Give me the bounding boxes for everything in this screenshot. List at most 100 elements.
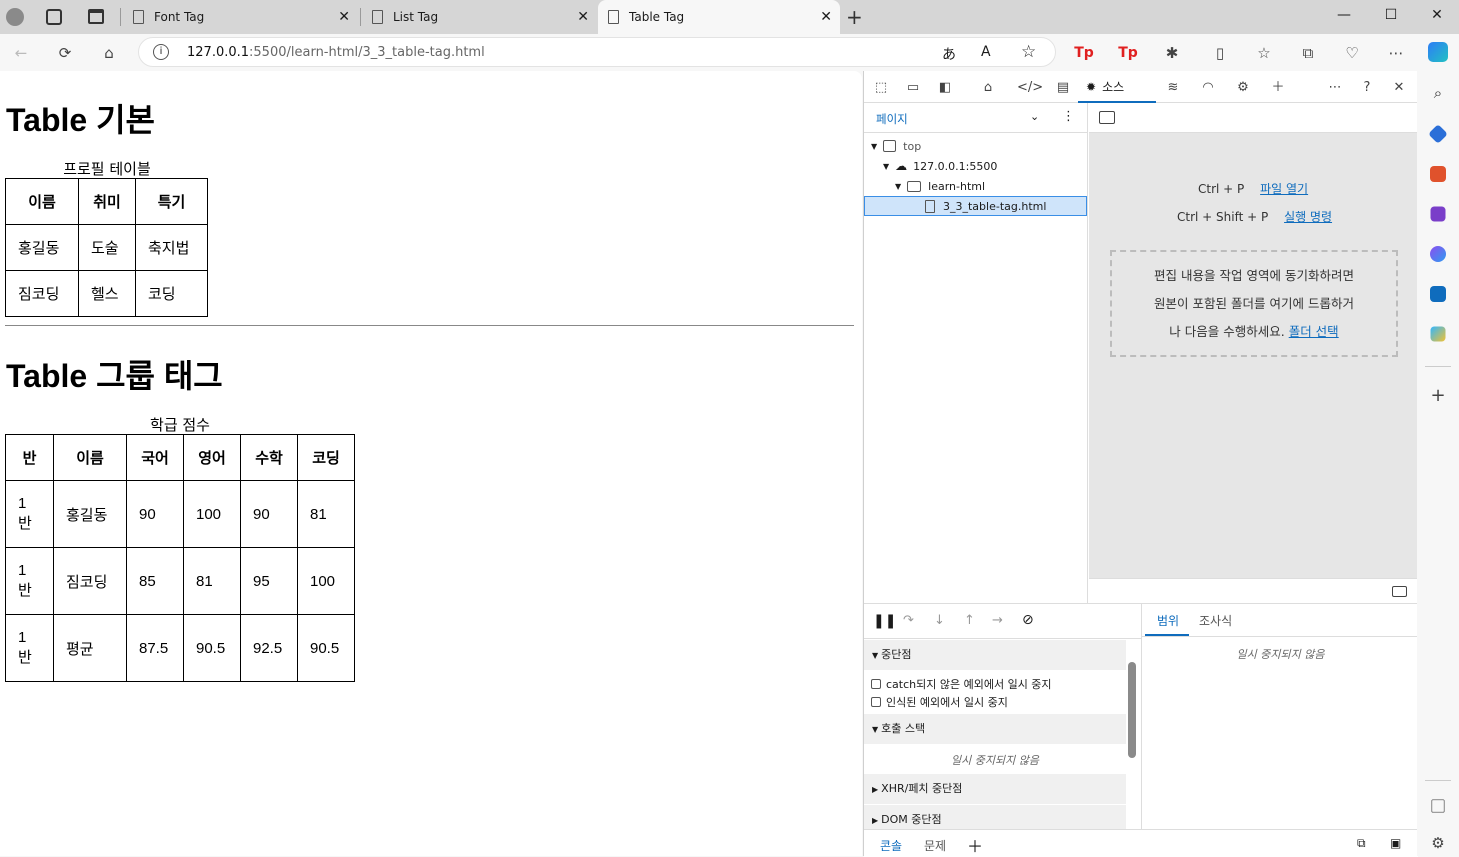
table-cell: 홍길동 bbox=[53, 480, 127, 548]
tab-sources[interactable]: ✹ 소스 bbox=[1078, 71, 1156, 103]
address-bar[interactable]: i 127.0.0.1:5500/learn-html/3_3_table-ta… bbox=[138, 37, 1056, 67]
read-aloud-icon[interactable]: A bbox=[981, 44, 991, 60]
memory-icon[interactable]: ⚙ bbox=[1234, 79, 1252, 97]
inspect-element-icon[interactable]: ⬚ bbox=[872, 79, 890, 97]
dock-side-icon[interactable]: ◧ bbox=[936, 79, 954, 97]
table-cell: 짐코딩 bbox=[5, 270, 79, 317]
home-icon[interactable]: ⌂ bbox=[98, 42, 120, 64]
tree-item-host[interactable]: ▼ ☁ 127.0.0.1:5500 bbox=[864, 156, 1087, 176]
outlook-icon[interactable] bbox=[1430, 286, 1446, 302]
debugger-pane: ❚❚ ↷ ↓ ↑ → ⊘ ▼ 중단점 catch되지 않은 예외에서 일시 중지 … bbox=[864, 603, 1418, 857]
close-tab-icon[interactable]: ✕ bbox=[820, 9, 832, 25]
step-over-icon[interactable]: ↷ bbox=[903, 613, 914, 628]
back-icon[interactable]: ← bbox=[10, 42, 32, 64]
tab-list-tag[interactable]: List Tag ✕ bbox=[362, 0, 597, 34]
drawer-dock-icon[interactable]: ⧉ bbox=[1357, 836, 1366, 851]
site-info-icon[interactable]: i bbox=[153, 44, 169, 60]
folder-drop-zone[interactable]: 편집 내용을 작업 영역에 동기화하려면 원본이 포함된 폴더를 여기에 드롭하… bbox=[1110, 250, 1398, 357]
chevron-down-icon[interactable]: ⌄ bbox=[1030, 110, 1039, 123]
step-icon[interactable]: → bbox=[992, 613, 1003, 628]
workspaces-icon[interactable] bbox=[46, 9, 62, 25]
open-file-link[interactable]: 파일 열기 bbox=[1260, 182, 1308, 196]
callstack-not-paused: 일시 중지되지 않음 bbox=[951, 754, 1039, 767]
new-tab-button[interactable]: + bbox=[846, 5, 863, 29]
split-screen-icon[interactable]: ▯ bbox=[1209, 42, 1231, 64]
pause-uncaught-checkbox[interactable]: catch되지 않은 예외에서 일시 중지 bbox=[871, 676, 1052, 692]
devtools-menu-icon[interactable]: ⋯ bbox=[1326, 79, 1344, 97]
tools-briefcase-icon[interactable] bbox=[1430, 166, 1446, 182]
more-tools-plus-icon[interactable]: ＋ bbox=[1269, 79, 1287, 97]
close-window-button[interactable]: ✕ bbox=[1414, 0, 1459, 30]
close-tab-icon[interactable]: ✕ bbox=[338, 9, 350, 25]
copilot-icon[interactable] bbox=[1428, 42, 1448, 62]
drop-send-icon[interactable] bbox=[1430, 326, 1446, 342]
table-cell: 평균 bbox=[53, 614, 127, 682]
collections-icon[interactable]: ⧉ bbox=[1297, 42, 1319, 64]
cloud-icon: ☁ bbox=[895, 159, 908, 173]
open-file-hint: Ctrl + P 파일 열기 bbox=[1198, 182, 1309, 196]
checkbox[interactable] bbox=[871, 679, 881, 689]
close-tab-icon[interactable]: ✕ bbox=[577, 9, 589, 25]
browser-essentials-icon[interactable]: ♡ bbox=[1341, 42, 1363, 64]
favorites-icon[interactable]: ☆ bbox=[1253, 42, 1275, 64]
tree-item-file[interactable]: 3_3_table-tag.html bbox=[864, 196, 1087, 216]
help-icon[interactable]: ? bbox=[1358, 79, 1376, 97]
tab-watch[interactable]: 조사식 bbox=[1199, 612, 1232, 629]
debugger-scrollbar[interactable] bbox=[1127, 644, 1137, 829]
toggle-debugger-icon[interactable] bbox=[1392, 586, 1407, 597]
add-drawer-tab-icon[interactable]: ＋ bbox=[967, 833, 983, 857]
performance-icon[interactable]: ◠ bbox=[1199, 79, 1217, 97]
toggle-navigator-icon[interactable] bbox=[1099, 111, 1115, 124]
navigator-more-icon[interactable]: ⋮ bbox=[1062, 109, 1075, 124]
translate-icon[interactable]: あ bbox=[942, 44, 956, 64]
expand-arrow-icon: ▼ bbox=[871, 141, 878, 151]
table-row: 1 반 홍길동 90 100 90 81 bbox=[5, 480, 355, 548]
tab-title: Table Tag bbox=[629, 10, 685, 24]
hide-sidebar-icon[interactable] bbox=[1431, 799, 1445, 813]
tab-console[interactable]: 콘솔 bbox=[880, 837, 902, 854]
minimize-button[interactable]: — bbox=[1321, 0, 1367, 30]
dom-breakpoints-header[interactable]: ▶ DOM 중단점 bbox=[864, 805, 1126, 829]
vertical-tabs-icon[interactable] bbox=[88, 9, 104, 24]
deactivate-breakpoints-icon[interactable]: ⊘ bbox=[1022, 612, 1034, 628]
checkbox[interactable] bbox=[871, 697, 881, 707]
elements-icon[interactable]: </> bbox=[1017, 79, 1043, 97]
sidebar-settings-icon[interactable]: ⚙ bbox=[1428, 834, 1448, 854]
device-emulation-icon[interactable]: ▭ bbox=[904, 79, 922, 97]
pause-caught-checkbox[interactable]: 인식된 예외에서 일시 중지 bbox=[871, 694, 1008, 710]
network-icon[interactable]: ≋ bbox=[1164, 79, 1182, 97]
more-menu-icon[interactable]: ⋯ bbox=[1385, 42, 1407, 64]
maximize-button[interactable]: ☐ bbox=[1368, 0, 1414, 30]
extension-tp-icon[interactable]: Tp bbox=[1073, 42, 1095, 64]
profile-avatar-icon[interactable] bbox=[6, 8, 24, 26]
breakpoints-section-header[interactable]: ▼ 중단점 bbox=[864, 640, 1126, 670]
tab-issues[interactable]: 문제 bbox=[924, 837, 946, 854]
callstack-section-header[interactable]: ▼ 호출 스택 bbox=[864, 714, 1126, 744]
tab-scope[interactable]: 범위 bbox=[1157, 612, 1179, 629]
step-out-icon[interactable]: ↑ bbox=[964, 613, 975, 628]
m365-icon[interactable] bbox=[1430, 246, 1446, 262]
url-text[interactable]: 127.0.0.1:5500/learn-html/3_3_table-tag.… bbox=[187, 45, 485, 60]
welcome-home-icon[interactable]: ⌂ bbox=[979, 79, 997, 97]
extension-tp2-icon[interactable]: Tp bbox=[1117, 42, 1139, 64]
close-devtools-icon[interactable]: ✕ bbox=[1390, 79, 1408, 97]
tree-item-folder[interactable]: ▼ learn-html bbox=[864, 176, 1087, 196]
tab-page[interactable]: 페이지 bbox=[876, 111, 908, 127]
tree-item-top[interactable]: ▼ top bbox=[864, 136, 1087, 156]
select-folder-link[interactable]: 폴더 선택 bbox=[1289, 324, 1339, 339]
tab-font-tag[interactable]: Font Tag ✕ bbox=[123, 0, 358, 34]
add-sidebar-app-icon[interactable]: + bbox=[1428, 386, 1448, 406]
close-drawer-icon[interactable]: ▣ bbox=[1390, 836, 1401, 850]
favorite-star-icon[interactable]: ☆ bbox=[1021, 42, 1036, 62]
step-into-icon[interactable]: ↓ bbox=[934, 613, 945, 628]
shopping-tag-icon[interactable] bbox=[1428, 124, 1448, 144]
search-icon[interactable]: ⌕ bbox=[1428, 84, 1448, 104]
games-icon[interactable] bbox=[1430, 206, 1446, 222]
console-icon[interactable]: ▤ bbox=[1054, 79, 1072, 97]
xhr-breakpoints-header[interactable]: ▶ XHR/페치 중단점 bbox=[864, 774, 1126, 804]
pause-icon[interactable]: ❚❚ bbox=[873, 613, 896, 629]
tab-table-tag[interactable]: Table Tag ✕ bbox=[598, 0, 840, 34]
run-command-link[interactable]: 실행 명령 bbox=[1284, 210, 1332, 224]
refresh-icon[interactable]: ⟳ bbox=[54, 42, 76, 64]
extensions-puzzle-icon[interactable]: ✱ bbox=[1161, 42, 1183, 64]
